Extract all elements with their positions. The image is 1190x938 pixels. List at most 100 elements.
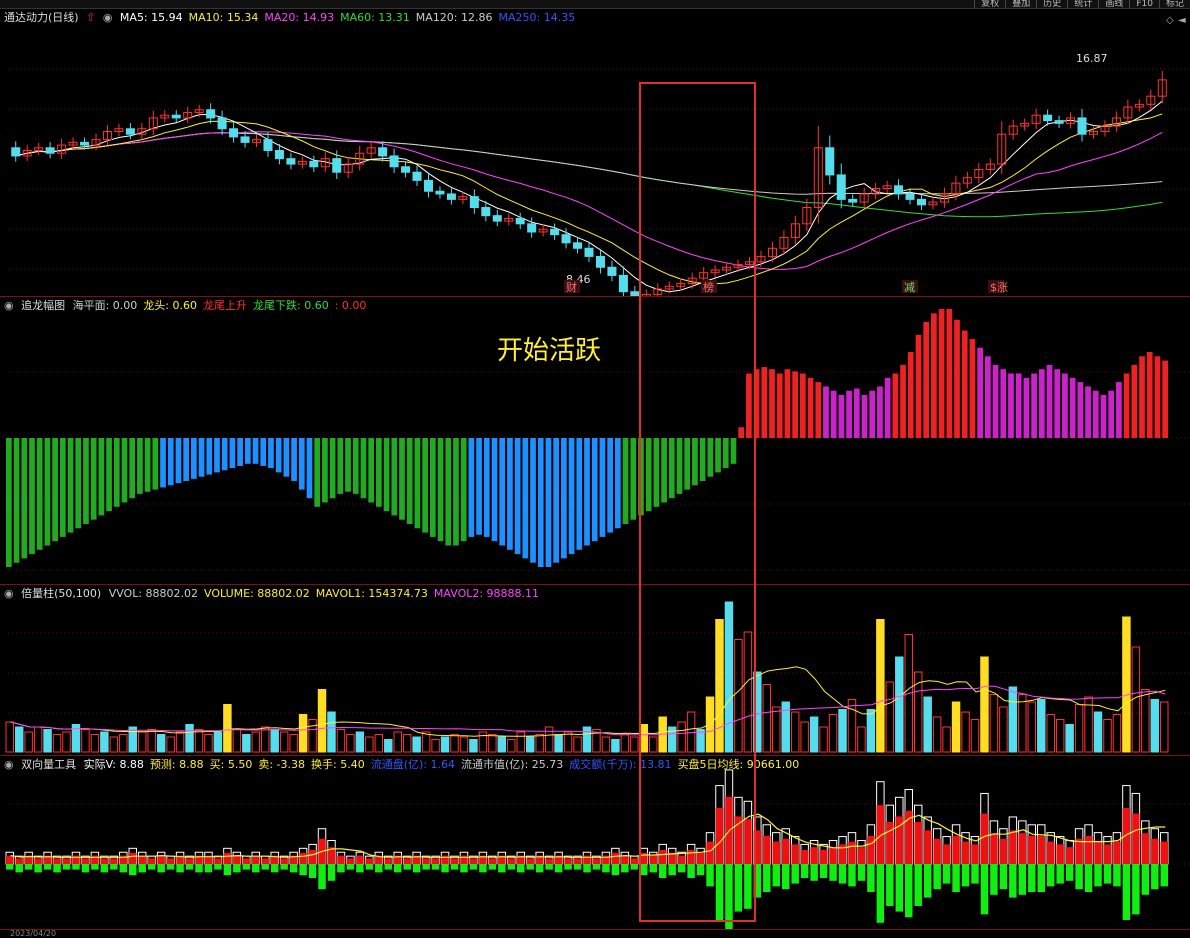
candle-body[interactable] <box>848 198 858 203</box>
sell-bar <box>1113 864 1121 887</box>
candle-body[interactable] <box>11 147 21 157</box>
sell-bar <box>412 864 421 873</box>
buy-bar <box>308 850 317 864</box>
indicator-title[interactable]: 追龙幅图 <box>21 299 65 312</box>
volume-bar <box>809 716 819 753</box>
sell-bar <box>62 864 71 870</box>
candle-body[interactable] <box>618 274 628 293</box>
candle-body[interactable] <box>515 217 525 225</box>
candle-body[interactable] <box>595 255 605 268</box>
volume-bar <box>5 721 14 753</box>
collapse-panel-icon[interactable]: ◇ <box>1166 15 1174 26</box>
candle-body[interactable] <box>80 141 90 146</box>
dragon-bar <box>83 438 89 524</box>
settings-icon[interactable]: ◉ <box>4 587 14 600</box>
toolbar-button[interactable]: 画线 <box>1098 0 1129 8</box>
candle-body[interactable] <box>446 193 456 200</box>
candle-body[interactable] <box>1077 117 1087 135</box>
dragon-bar <box>298 438 305 490</box>
dragon-bar <box>838 395 845 438</box>
price-chart[interactable]: 16.878.46财榜减 $涨 <box>0 9 1190 296</box>
candle-body[interactable] <box>573 242 583 249</box>
event-marker[interactable]: 财 <box>566 280 577 294</box>
candle-body[interactable] <box>836 174 846 200</box>
buy-bar <box>356 855 364 864</box>
candle-body[interactable] <box>469 196 479 209</box>
toolbar-button[interactable]: 复权 <box>974 0 1005 8</box>
candle-body[interactable] <box>171 114 181 119</box>
toolbar-button[interactable]: 叠加 <box>1005 0 1036 8</box>
twoway-chart[interactable] <box>0 756 1190 930</box>
candle-body[interactable] <box>378 147 388 157</box>
dragon-bar <box>260 438 267 466</box>
dragon-bar <box>931 313 937 438</box>
candle-body[interactable] <box>229 128 239 138</box>
candle-body[interactable] <box>45 147 55 154</box>
sell-bar <box>129 864 137 876</box>
candle-body[interactable] <box>561 234 571 244</box>
event-marker[interactable]: 减 <box>904 281 915 294</box>
toolbar-button[interactable]: 统计 <box>1067 0 1098 8</box>
volume-bar <box>421 731 431 753</box>
indicator-title[interactable]: 倍量柱(50,100) <box>21 587 101 600</box>
sell-bar <box>829 864 837 881</box>
candle-body[interactable] <box>825 147 835 176</box>
buy-bar <box>886 822 894 864</box>
dragon-bar <box>160 438 166 488</box>
buy-bar <box>261 858 269 864</box>
candle-body[interactable] <box>607 266 617 276</box>
volume-bar <box>563 731 573 753</box>
candle-body[interactable] <box>389 155 399 168</box>
candle-body[interactable] <box>584 247 594 257</box>
candle-body[interactable] <box>435 190 445 195</box>
toolbar-button[interactable]: 历史 <box>1036 0 1067 8</box>
candle-body[interactable] <box>401 166 411 173</box>
candle-body[interactable] <box>423 179 433 192</box>
volume-bar <box>885 681 895 753</box>
settings-icon[interactable]: ◉ <box>103 11 113 24</box>
dragon-bar <box>167 438 174 486</box>
candle-body[interactable] <box>309 160 319 168</box>
settings-icon[interactable]: ◉ <box>4 299 14 312</box>
volume-bar <box>838 709 847 753</box>
volume-bar <box>790 711 800 753</box>
sell-bar <box>810 864 818 881</box>
panel-options-icon[interactable]: ◄ <box>1178 15 1186 26</box>
candle-body[interactable] <box>527 223 537 233</box>
stock-title[interactable]: 通达动力(日线) <box>4 11 79 24</box>
volume-chart[interactable] <box>0 585 1190 756</box>
sell-bar <box>91 864 99 870</box>
toolbar-button[interactable]: 标记 <box>1158 0 1190 8</box>
candle-body[interactable] <box>240 136 250 143</box>
dragon-bar <box>915 334 922 438</box>
candle-body[interactable] <box>1043 114 1053 122</box>
candle-body[interactable] <box>263 139 273 151</box>
candle-body[interactable] <box>412 171 422 181</box>
candle-body[interactable] <box>274 149 284 160</box>
volume-bar <box>497 736 507 753</box>
settings-icon[interactable]: ◉ <box>4 758 14 771</box>
toolbar-button[interactable]: F10 <box>1129 0 1159 8</box>
candle-body[interactable] <box>217 117 227 130</box>
indicator-title[interactable]: 双向量工具 <box>21 758 76 771</box>
candle-body[interactable] <box>905 193 915 200</box>
volume-bar <box>942 726 951 753</box>
candle-body[interactable] <box>286 158 296 165</box>
candle-body[interactable] <box>550 228 560 236</box>
candle-body[interactable] <box>492 215 502 222</box>
candle-body[interactable] <box>894 185 904 195</box>
candle-body[interactable] <box>916 198 927 206</box>
candle-body[interactable] <box>481 207 491 217</box>
twoway-legend-item: 实际V: 8.88 <box>83 758 144 771</box>
dragon-bar <box>1077 382 1084 438</box>
twoway-legend-item: 流通市值(亿): 25.73 <box>461 758 564 771</box>
candle-body[interactable] <box>332 158 342 173</box>
event-marker[interactable]: $涨 <box>990 281 1008 294</box>
volume-bar <box>1103 719 1112 753</box>
volume-bar <box>1065 724 1074 753</box>
sell-bar <box>81 864 90 873</box>
candle-body[interactable] <box>206 109 216 119</box>
volume-bar <box>989 694 999 753</box>
candle-body[interactable] <box>1054 120 1064 124</box>
candle-body[interactable] <box>125 128 135 135</box>
